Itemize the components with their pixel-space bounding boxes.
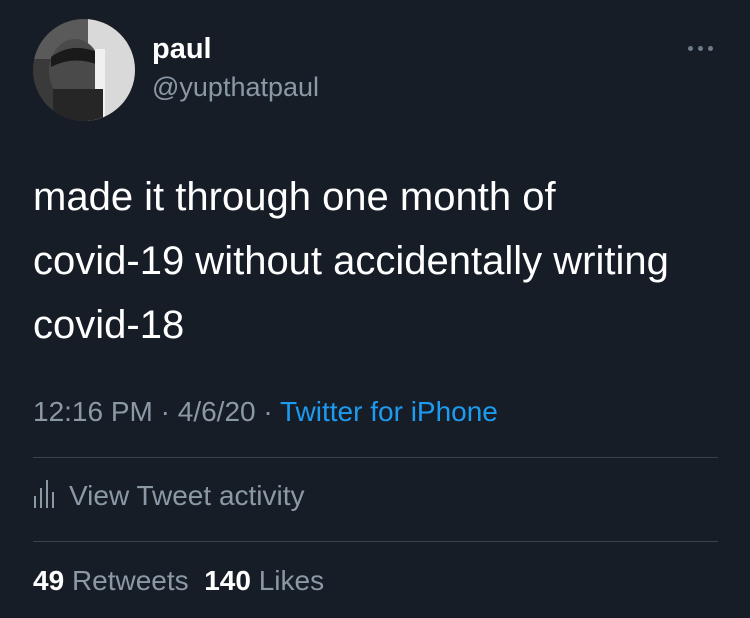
retweets-label: Retweets [71,565,189,596]
divider [33,541,718,542]
tweet-stats: 49 Retweets 140 Likes [33,563,324,599]
bar-chart-icon [33,478,55,515]
likes-count: 140 [204,565,251,596]
tweet-time: 12:16 PM [33,396,153,427]
tweet-meta: 12:16 PM · 4/6/20 · Twitter for iPhone [33,394,498,430]
tweet-date: 4/6/20 [177,396,256,427]
author-handle[interactable]: @yupthatpaul [152,71,319,103]
tweet-text: made it through one month of covid-19 wi… [33,175,669,347]
likes-label: Likes [258,565,325,596]
author-display-name[interactable]: paul [152,32,212,66]
tweet-source-link[interactable]: Twitter for iPhone [280,396,498,427]
tweet-detail: paul @yupthatpaul made it through one mo… [0,0,750,618]
avatar-photo [33,19,135,121]
view-tweet-activity-label: View Tweet activity [69,480,305,511]
meta-separator: · [152,396,178,427]
view-tweet-activity-link[interactable]: View Tweet activity [33,478,305,514]
likes-link[interactable]: 140 Likes [204,565,324,596]
avatar[interactable] [33,19,135,121]
retweets-count: 49 [33,565,65,596]
divider [33,457,718,458]
more-options-icon[interactable] [678,36,722,60]
retweets-link[interactable]: 49 Retweets [33,565,189,596]
meta-separator: · [255,396,280,427]
